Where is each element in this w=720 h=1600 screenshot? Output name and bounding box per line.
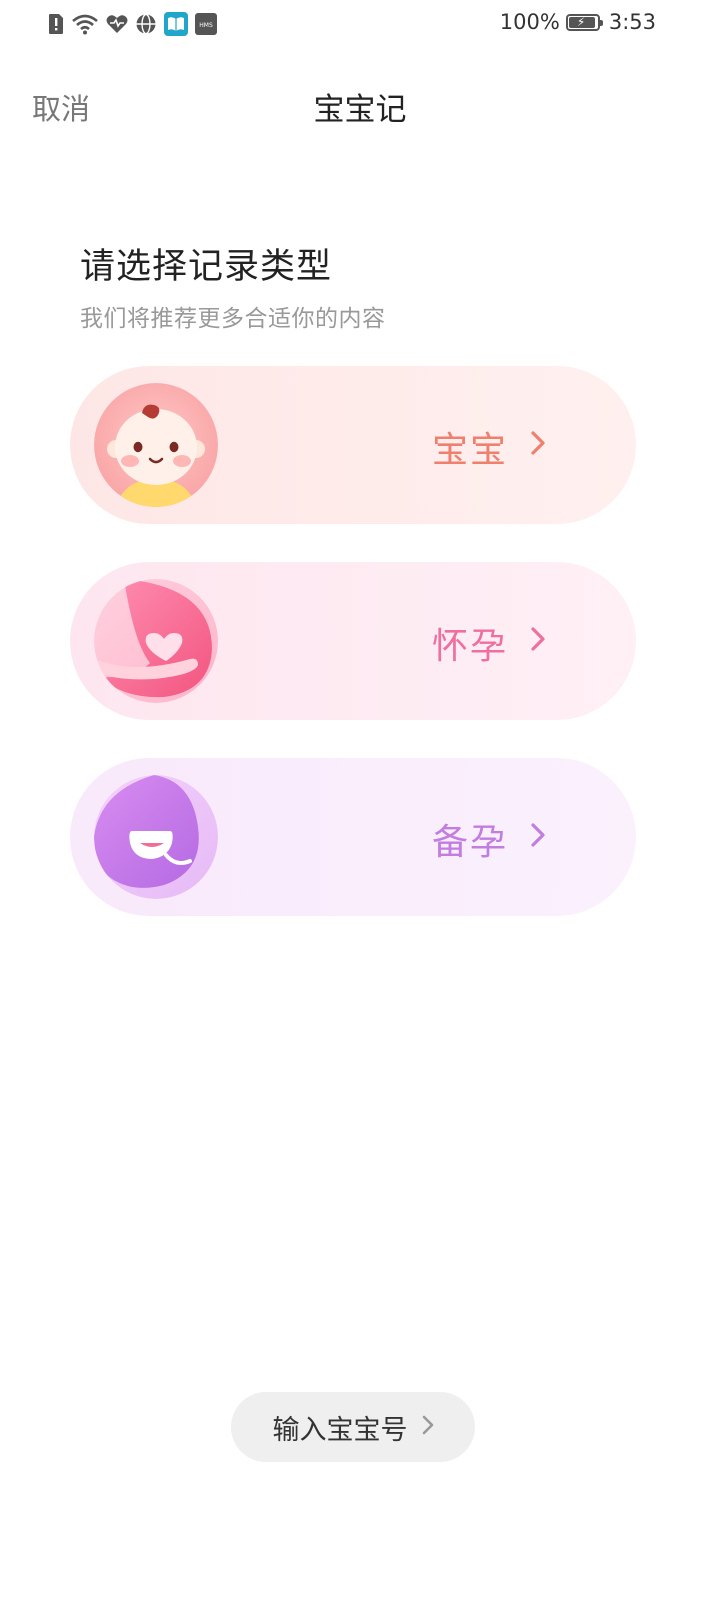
option-preparing-label: 备孕 bbox=[431, 822, 508, 863]
enter-baby-id-button[interactable]: 输入宝宝号 bbox=[231, 1392, 475, 1462]
chevron-right-icon bbox=[422, 1415, 434, 1439]
option-pregnant[interactable]: 怀孕 bbox=[70, 562, 636, 720]
prompt-section: 请选择记录类型 我们将推荐更多合适你的内容 bbox=[80, 238, 386, 333]
header: 取消 宝宝记 bbox=[0, 70, 720, 140]
option-baby[interactable]: 宝宝 bbox=[70, 366, 636, 524]
health-icon bbox=[106, 14, 128, 34]
status-bar: HMS 100% ⚡ 3:53 bbox=[0, 0, 720, 50]
chevron-right-icon bbox=[530, 822, 546, 848]
reader-app-icon bbox=[164, 12, 188, 36]
option-preparing[interactable]: 备孕 bbox=[70, 758, 636, 916]
prompt-heading: 请选择记录类型 bbox=[80, 247, 333, 287]
status-right: 100% ⚡ 3:53 bbox=[500, 10, 656, 34]
page-title: 宝宝记 bbox=[313, 92, 407, 128]
prompt-subtitle: 我们将推荐更多合适你的内容 bbox=[80, 306, 386, 332]
svg-text:HMS: HMS bbox=[199, 22, 213, 29]
sim-alert-icon bbox=[48, 13, 64, 35]
battery-charging-icon: ⚡ bbox=[565, 13, 603, 31]
battery-percent: 100% bbox=[499, 10, 560, 34]
wifi-icon bbox=[71, 13, 99, 35]
pregnant-belly-icon bbox=[94, 579, 218, 703]
enter-baby-id-label: 输入宝宝号 bbox=[272, 1414, 408, 1446]
option-baby-label: 宝宝 bbox=[431, 430, 508, 471]
chevron-right-icon bbox=[530, 430, 546, 456]
vpn-globe-icon bbox=[135, 13, 157, 35]
chevron-right-icon bbox=[530, 626, 546, 652]
smile-bubble-icon bbox=[94, 775, 218, 899]
option-pregnant-label: 怀孕 bbox=[431, 626, 508, 667]
baby-face-icon bbox=[94, 383, 218, 507]
status-icons: HMS bbox=[48, 12, 217, 36]
clock: 3:53 bbox=[608, 10, 656, 34]
hms-icon: HMS bbox=[195, 13, 217, 35]
